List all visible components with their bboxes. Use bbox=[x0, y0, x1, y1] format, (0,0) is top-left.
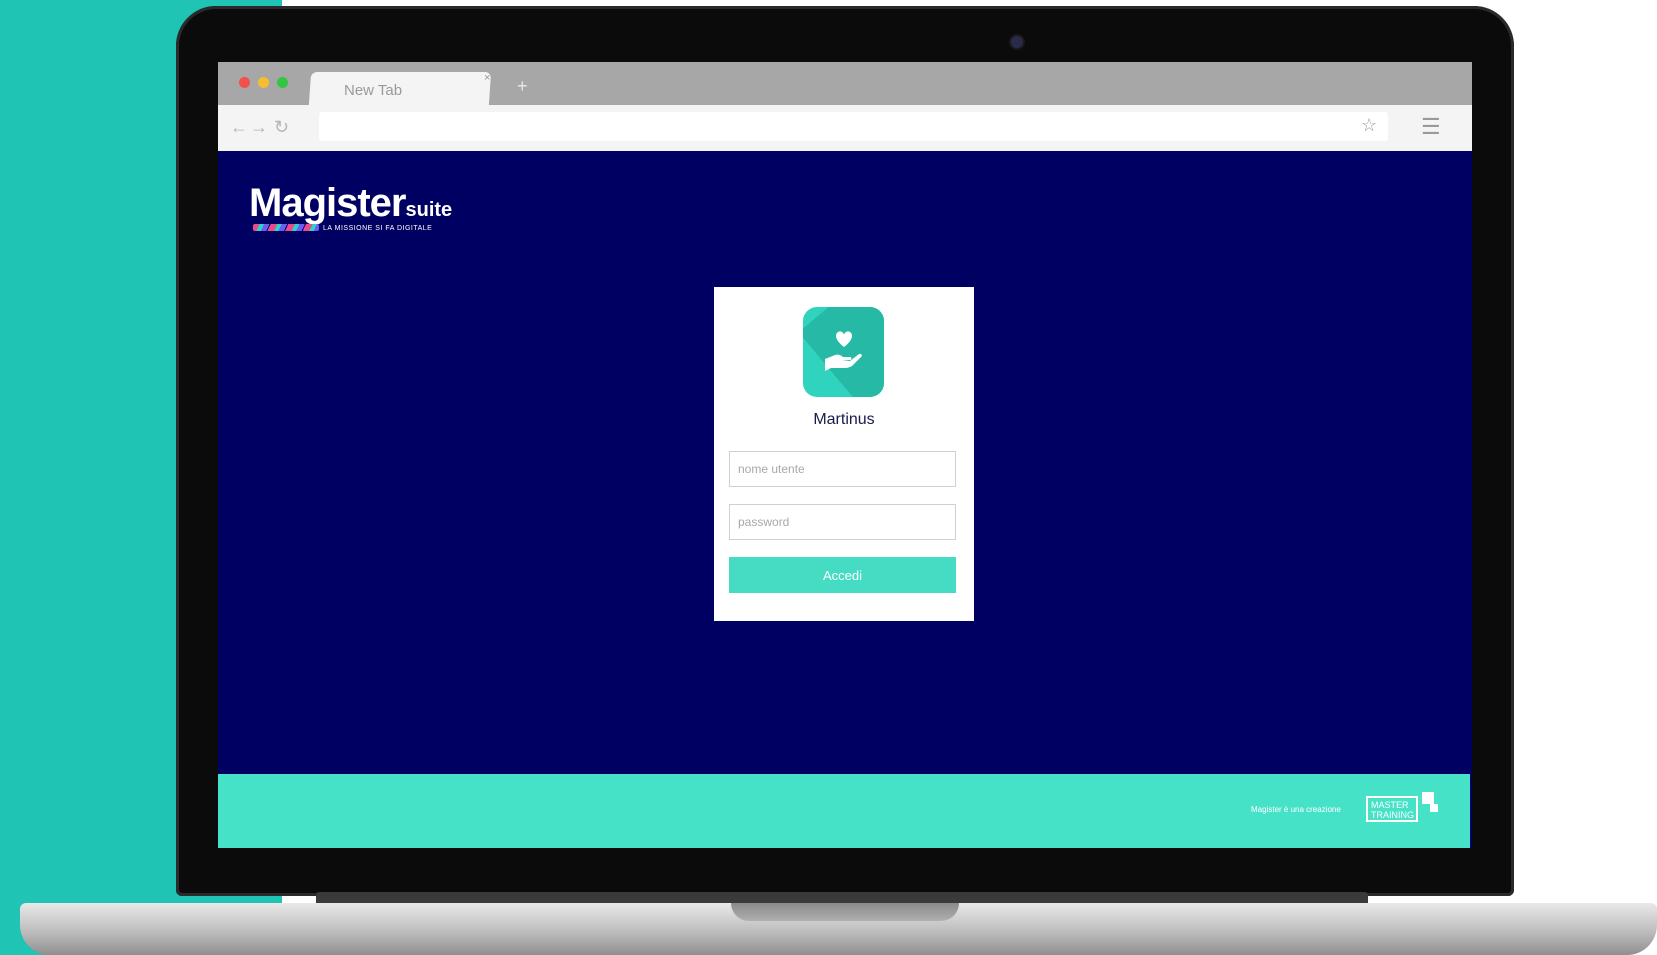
logo-stripes bbox=[253, 224, 319, 231]
new-tab-icon[interactable]: + bbox=[517, 76, 528, 97]
reload-icon[interactable]: ↻ bbox=[274, 117, 289, 138]
login-card: Martinus Accedi bbox=[714, 287, 974, 621]
forward-icon[interactable]: → bbox=[250, 117, 268, 138]
footer-credit: Magister è una creazione bbox=[1251, 805, 1341, 814]
brand-square bbox=[1422, 792, 1434, 804]
magister-logo: Magistersuite LA MISSIONE SI FA DIGITALE bbox=[249, 181, 453, 232]
browser-toolbar: ← → ↻ ☆ ☰ bbox=[218, 105, 1472, 151]
back-icon[interactable]: ← bbox=[230, 117, 248, 138]
maximize-window-dot[interactable] bbox=[277, 77, 288, 88]
login-button[interactable]: Accedi bbox=[729, 557, 956, 593]
logo-suffix: suite bbox=[405, 199, 453, 221]
master-training-logo: MASTER TRAINING bbox=[1366, 796, 1418, 822]
heart-in-hand-icon bbox=[803, 307, 884, 397]
camera-icon bbox=[1011, 36, 1023, 48]
tab-bar: New Tab × + bbox=[218, 62, 1472, 105]
app-name: Martinus bbox=[813, 411, 875, 428]
browser-menu-icon[interactable]: ☰ bbox=[1421, 114, 1441, 140]
address-bar[interactable] bbox=[319, 112, 1388, 141]
page-footer: Magister è una creazione MASTER TRAINING bbox=[218, 774, 1470, 848]
logo-wordmark: Magister bbox=[249, 181, 406, 225]
browser-window: New Tab × + ← → ↻ ☆ ☰ Magistersuite LA M… bbox=[218, 62, 1472, 848]
password-input[interactable] bbox=[729, 504, 956, 540]
login-page: Magistersuite LA MISSIONE SI FA DIGITALE… bbox=[218, 151, 1472, 848]
minimize-window-dot[interactable] bbox=[258, 77, 269, 88]
username-input[interactable] bbox=[729, 451, 956, 487]
logo-tagline: LA MISSIONE SI FA DIGITALE bbox=[323, 225, 433, 232]
close-window-dot[interactable] bbox=[239, 77, 250, 88]
bookmark-star-icon[interactable]: ☆ bbox=[1361, 115, 1377, 136]
tab-close-icon[interactable]: × bbox=[484, 72, 490, 84]
laptop-notch bbox=[731, 903, 959, 921]
tab-label: New Tab bbox=[344, 82, 403, 99]
brand-square-small bbox=[1430, 804, 1438, 812]
